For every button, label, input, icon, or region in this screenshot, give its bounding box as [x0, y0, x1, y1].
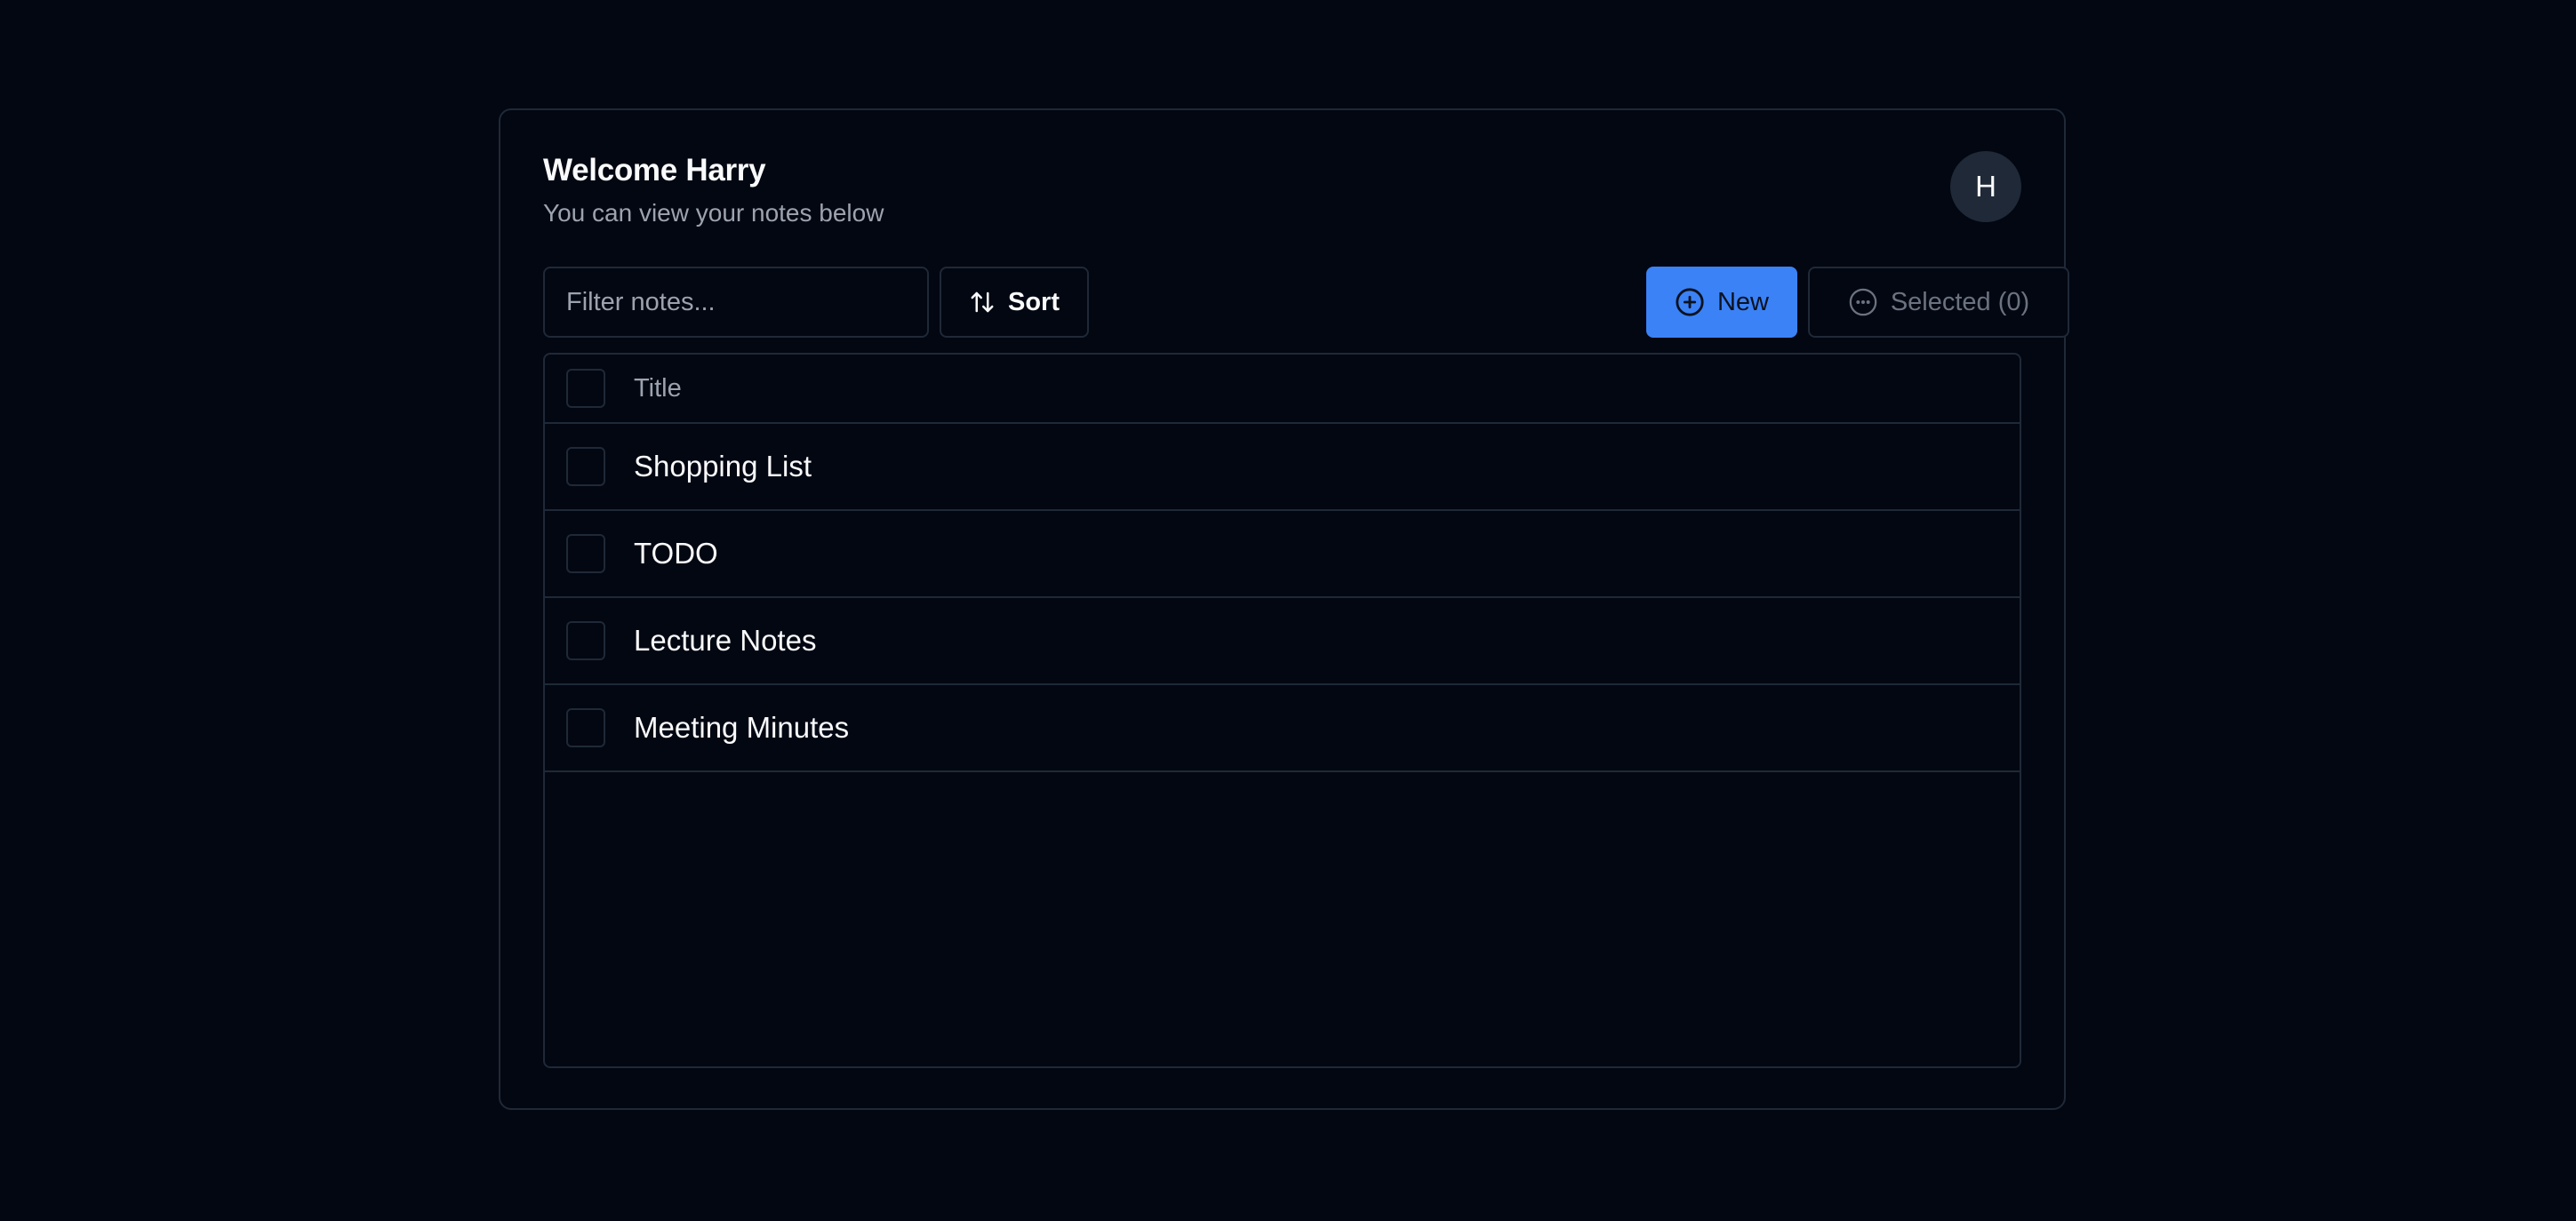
toolbar: Sort New Selected (0) — [543, 267, 2069, 338]
arrow-up-down-icon — [969, 289, 996, 315]
note-title[interactable]: Meeting Minutes — [634, 711, 849, 745]
avatar-initial: H — [1975, 170, 1996, 203]
table-row[interactable]: Lecture Notes — [545, 598, 2020, 685]
table-row[interactable]: Shopping List — [545, 424, 2020, 511]
row-checkbox[interactable] — [566, 708, 605, 747]
page-subtitle: You can view your notes below — [543, 199, 884, 227]
sort-button[interactable]: Sort — [940, 267, 1089, 338]
new-label: New — [1716, 287, 1769, 316]
new-note-button[interactable]: New — [1646, 267, 1797, 338]
table-header-row: Title — [545, 355, 2020, 424]
note-title[interactable]: Lecture Notes — [634, 624, 816, 658]
selected-actions-button[interactable]: Selected (0) — [1808, 267, 2069, 338]
selected-label: Selected (0) — [1890, 287, 2030, 316]
select-all-checkbox[interactable] — [566, 369, 605, 408]
avatar[interactable]: H — [1950, 151, 2021, 222]
row-checkbox[interactable] — [566, 534, 605, 573]
notes-card: Welcome Harry You can view your notes be… — [499, 108, 2069, 1110]
page-header: Welcome Harry You can view your notes be… — [543, 151, 2021, 240]
plus-circle-icon — [1675, 287, 1705, 317]
ellipsis-circle-icon — [1848, 287, 1878, 317]
title-column-header: Title — [634, 373, 682, 403]
note-title[interactable]: TODO — [634, 537, 718, 571]
filter-notes-input[interactable] — [543, 267, 929, 338]
sort-label: Sort — [1008, 287, 1060, 316]
table-row[interactable]: Meeting Minutes — [545, 685, 2020, 772]
row-checkbox[interactable] — [566, 447, 605, 486]
row-checkbox[interactable] — [566, 621, 605, 660]
note-title[interactable]: Shopping List — [634, 450, 812, 483]
page-title: Welcome Harry — [543, 153, 766, 188]
table-row[interactable]: TODO — [545, 511, 2020, 598]
notes-table: Title Shopping List TODO Lecture Notes M… — [543, 353, 2021, 1068]
